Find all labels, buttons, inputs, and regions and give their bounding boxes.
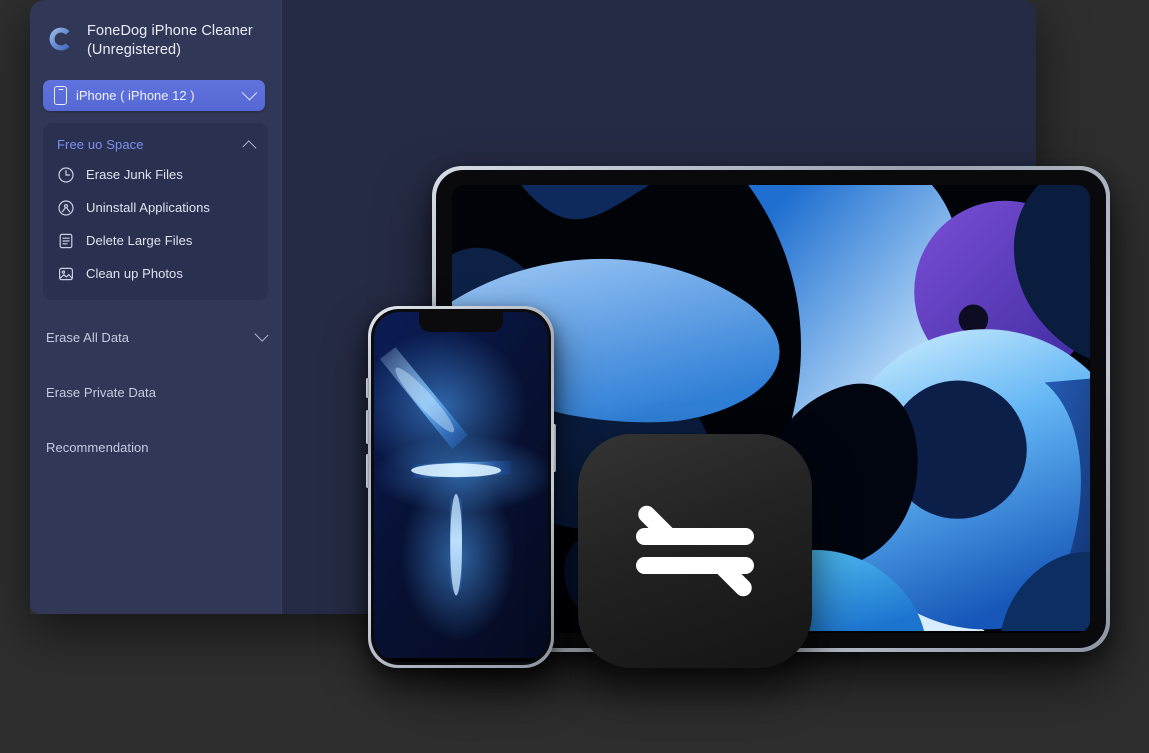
sidebar-item-erase-private-data[interactable]: Erase Private Data xyxy=(30,375,281,410)
sidebar-item-delete-large-files[interactable]: Delete Large Files xyxy=(43,224,268,257)
fonedog-c-logo-icon xyxy=(46,24,76,54)
chevron-up-icon xyxy=(242,140,257,155)
clock-icon xyxy=(57,166,75,184)
sidebar-item-recommendation[interactable]: Recommendation xyxy=(30,430,281,465)
sidebar-item-label: Clean up Photos xyxy=(86,266,183,281)
sidebar-row-label: Erase Private Data xyxy=(46,385,157,400)
sidebar-group-label: Free uo Space xyxy=(57,137,144,152)
phone-icon xyxy=(54,86,67,105)
sidebar-item-label: Erase Junk Files xyxy=(86,167,183,182)
sidebar-group-free-up-space: Free uo Space Erase Junk Files Uninstall… xyxy=(43,123,268,300)
chevron-down-icon xyxy=(241,84,258,101)
uninstall-app-icon xyxy=(57,199,75,217)
sidebar-row-label: Erase All Data xyxy=(46,330,130,345)
device-selector-value: iPhone ( iPhone 12 ) xyxy=(76,88,195,103)
device-selector[interactable]: iPhone ( iPhone 12 ) xyxy=(43,80,265,111)
screen-root: FoneDog iPhone Cleaner (Unregistered) iP… xyxy=(0,0,1149,753)
sidebar-item-clean-up-photos[interactable]: Clean up Photos xyxy=(43,257,268,290)
sidebar-item-label: Uninstall Applications xyxy=(86,200,210,215)
sidebar-row-label: Recommendation xyxy=(46,440,149,455)
chevron-down-icon xyxy=(254,327,269,342)
photo-icon xyxy=(57,265,75,283)
sidebar-item-uninstall-applications[interactable]: Uninstall Applications xyxy=(43,191,268,224)
document-lines-icon xyxy=(57,232,75,250)
sidebar-item-label: Delete Large Files xyxy=(86,233,193,248)
app-title: FoneDog iPhone Cleaner (Unregistered) xyxy=(87,23,253,58)
brand-header: FoneDog iPhone Cleaner (Unregistered) xyxy=(30,14,281,60)
sidebar-item-erase-junk-files[interactable]: Erase Junk Files xyxy=(43,158,268,191)
sidebar-item-erase-all-data[interactable]: Erase All Data xyxy=(30,320,281,355)
sidebar: FoneDog iPhone Cleaner (Unregistered) iP… xyxy=(30,0,282,614)
main-content-panel xyxy=(282,0,1036,614)
app-window: FoneDog iPhone Cleaner (Unregistered) iP… xyxy=(30,0,1036,614)
sidebar-group-header[interactable]: Free uo Space xyxy=(43,131,268,158)
